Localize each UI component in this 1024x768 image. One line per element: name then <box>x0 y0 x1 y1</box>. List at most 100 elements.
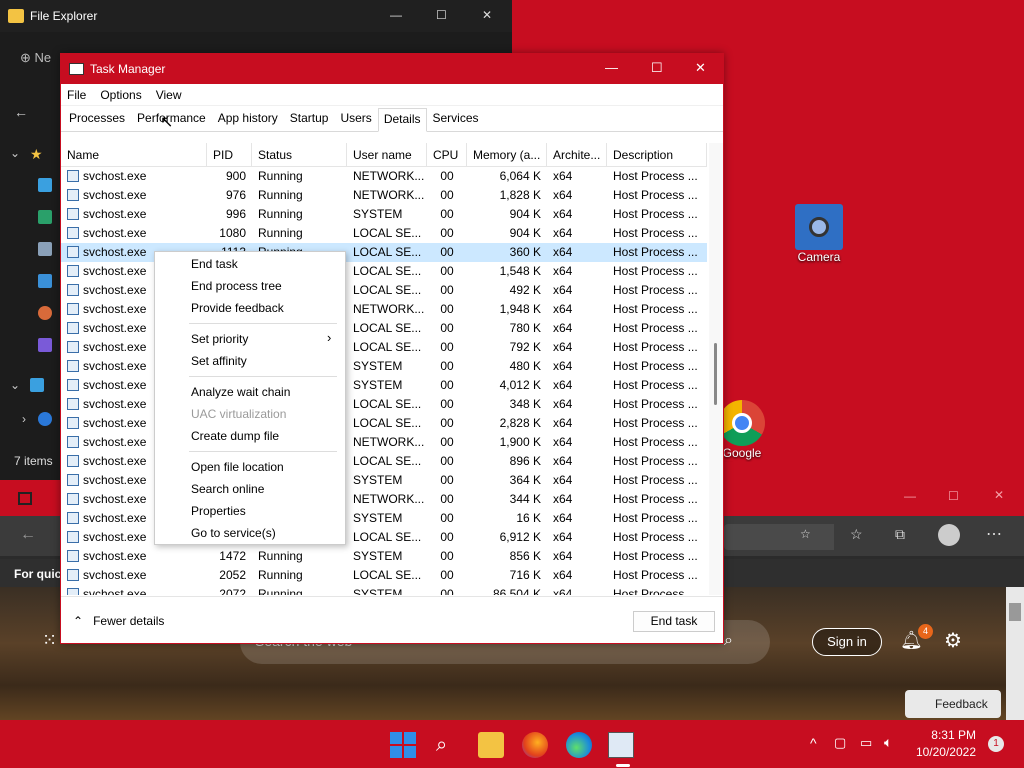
collections-icon[interactable]: ⧉ <box>895 526 905 543</box>
new-button[interactable]: ⊕ Ne <box>20 50 51 66</box>
table-cell: 00 <box>440 302 454 316</box>
table-cell: 00 <box>440 416 454 430</box>
tab-services[interactable]: Services <box>427 107 485 131</box>
volume-icon[interactable]: 🔈︎ <box>884 734 892 751</box>
address-bar[interactable] <box>724 524 834 550</box>
table-cell: Running <box>258 188 303 202</box>
desktop-icon[interactable] <box>38 178 52 192</box>
close-icon[interactable]: ✕ <box>994 488 1004 502</box>
menu-item-properties[interactable]: Properties <box>191 504 246 518</box>
maximize-icon[interactable]: ☐ <box>651 60 663 76</box>
tab-startup[interactable]: Startup <box>284 107 335 131</box>
menu-item-end-task[interactable]: End task <box>191 257 238 271</box>
file-explorer-taskbar-icon[interactable] <box>478 732 504 758</box>
clock[interactable]: 8:31 PM 10/20/2022 <box>916 728 976 759</box>
menu-item-open-file-location[interactable]: Open file location <box>191 460 284 474</box>
table-cell: x64 <box>553 549 573 563</box>
column-header[interactable]: Name <box>61 143 207 166</box>
table-scrollbar[interactable] <box>709 143 723 595</box>
edge-taskbar-icon[interactable] <box>566 732 592 758</box>
close-icon[interactable]: ✕ <box>695 60 706 76</box>
search-icon[interactable]: ⌕ <box>436 732 462 758</box>
videos-icon[interactable] <box>38 338 52 352</box>
column-header[interactable]: Memory (a... <box>467 143 547 166</box>
network-icon[interactable]: ▭ <box>860 735 872 751</box>
fewer-details-toggle[interactable]: ⌃ Fewer details <box>73 614 164 628</box>
tab-app-history[interactable]: App history <box>212 107 284 131</box>
menu-item-create-dump-file[interactable]: Create dump file <box>191 429 279 443</box>
column-header[interactable]: CPU <box>427 143 467 166</box>
tray-app-icon[interactable]: ▢ <box>834 735 846 751</box>
menu-file[interactable]: File <box>67 88 86 102</box>
menu-item-go-to-services[interactable]: Go to service(s) <box>191 526 276 540</box>
page-scrollbar[interactable] <box>1006 587 1024 727</box>
column-header[interactable]: PID <box>207 143 252 166</box>
feedback-button[interactable]: Feedback <box>905 690 1001 718</box>
back-arrow-icon[interactable]: ← <box>14 104 28 120</box>
this-pc-icon[interactable] <box>30 378 44 392</box>
menu-view[interactable]: View <box>156 88 182 102</box>
notification-center-badge[interactable]: 1 <box>988 736 1004 752</box>
column-header[interactable]: Status <box>252 143 347 166</box>
table-header: Name PID Status User name CPU Memory (a... Arc… <box>61 143 707 167</box>
table-row[interactable]: svchost.exe 900 Running NETWORK... 00 6,064 K… <box>61 167 707 186</box>
menu-item-set-priority[interactable]: Set priority <box>191 332 248 346</box>
maximize-icon[interactable]: ☐ <box>948 489 959 503</box>
expand-chevron-icon[interactable]: ⌄ <box>10 378 20 392</box>
documents-icon[interactable] <box>38 242 52 256</box>
expand-chevron-icon[interactable]: ⌄ <box>10 146 20 160</box>
scrollbar-thumb[interactable] <box>714 343 717 405</box>
apps-grid-icon[interactable]: ⁙ <box>42 630 57 651</box>
menu-item-end-process-tree[interactable]: End process tree <box>191 279 282 293</box>
menu-item-provide-feedback[interactable]: Provide feedback <box>191 301 284 315</box>
menu-item-search-online[interactable]: Search online <box>191 482 264 496</box>
table-cell: SYSTEM <box>353 359 403 373</box>
column-header[interactable]: Archite... <box>547 143 607 166</box>
camera-desktop-shortcut[interactable]: Camera <box>793 204 845 264</box>
search-icon[interactable]: ⌕ <box>724 632 733 650</box>
add-favorite-icon[interactable]: ☆ <box>800 527 811 541</box>
minimize-icon[interactable]: — <box>904 489 916 503</box>
start-windows-icon[interactable] <box>390 732 416 758</box>
table-cell: x64 <box>553 454 573 468</box>
table-row[interactable]: svchost.exe 2052 Running LOCAL SE... 00 716 K… <box>61 566 707 585</box>
more-options-icon[interactable]: ⋯ <box>986 524 1002 544</box>
show-hidden-icons-chevron-icon[interactable]: ^ <box>810 735 817 751</box>
end-task-button[interactable]: End task <box>633 611 715 632</box>
pictures-icon[interactable] <box>38 274 52 288</box>
table-row[interactable]: svchost.exe 1080 Running LOCAL SE... 00 904 K… <box>61 224 707 243</box>
column-header[interactable]: Description <box>607 143 707 166</box>
task-manager-titlebar[interactable]: Task Manager — ☐ ✕ <box>61 54 723 84</box>
tab-details[interactable]: Details <box>377 108 427 132</box>
sign-in-button[interactable]: Sign in <box>812 628 882 656</box>
profile-avatar[interactable] <box>938 524 960 546</box>
minimize-icon[interactable]: — <box>390 8 402 22</box>
column-header[interactable]: User name <box>347 143 427 166</box>
table-row[interactable]: svchost.exe 1472 Running SYSTEM 00 856 K x64 Ho… <box>61 547 707 566</box>
table-cell: Host Process ... <box>613 568 698 582</box>
minimize-icon[interactable]: — <box>605 60 618 75</box>
back-arrow-icon[interactable]: ← <box>20 526 36 544</box>
task-manager-taskbar-icon[interactable] <box>608 732 634 758</box>
settings-gear-icon[interactable]: ⚙ <box>944 628 962 653</box>
tab-users[interactable]: Users <box>334 107 377 131</box>
downloads-icon[interactable] <box>38 210 52 224</box>
close-icon[interactable]: ✕ <box>482 8 492 22</box>
star-icon[interactable]: ★ <box>30 146 43 163</box>
menu-item-set-affinity[interactable]: Set affinity <box>191 354 247 368</box>
maximize-icon[interactable]: ☐ <box>436 8 447 22</box>
table-row[interactable]: svchost.exe 2072 Running SYSTEM 00 86,504 K x6… <box>61 585 707 595</box>
tab-processes[interactable]: Processes <box>63 107 131 131</box>
favorites-icon[interactable]: ☆ <box>850 526 863 543</box>
process-name-cell: svchost.exe <box>61 167 207 186</box>
tab-actions-icon[interactable] <box>18 492 32 505</box>
menu-options[interactable]: Options <box>100 88 141 102</box>
table-row[interactable]: svchost.exe 996 Running SYSTEM 00 904 K x64 Hos… <box>61 205 707 224</box>
onedrive-icon[interactable] <box>38 412 52 426</box>
firefox-icon[interactable] <box>522 732 548 758</box>
menu-item-analyze-wait-chain[interactable]: Analyze wait chain <box>191 385 290 399</box>
table-row[interactable]: svchost.exe 976 Running NETWORK... 00 1,828 K… <box>61 186 707 205</box>
expand-chevron-icon[interactable]: › <box>22 412 26 426</box>
table-cell: 6,912 K <box>499 530 541 544</box>
music-icon[interactable] <box>38 306 52 320</box>
